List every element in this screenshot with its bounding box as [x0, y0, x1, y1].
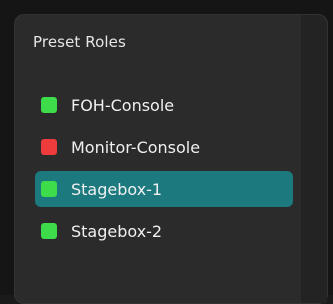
role-item-monitor-console[interactable]: Monitor-Console — [35, 129, 293, 165]
role-label: Stagebox-2 — [71, 221, 163, 241]
role-label: Monitor-Console — [71, 137, 201, 157]
preset-roles-panel: Preset Roles FOH-Console Monitor-Console… — [14, 14, 328, 304]
roles-list: FOH-Console Monitor-Console Stagebox-1 S… — [35, 87, 293, 255]
role-label: FOH-Console — [71, 95, 175, 115]
status-indicator-icon — [41, 223, 57, 239]
role-item-stagebox-1[interactable]: Stagebox-1 — [35, 171, 293, 207]
panel-title: Preset Roles — [33, 33, 126, 51]
role-item-stagebox-2[interactable]: Stagebox-2 — [35, 213, 293, 249]
status-indicator-icon — [41, 139, 57, 155]
role-label: Stagebox-1 — [71, 179, 163, 199]
status-indicator-icon — [41, 181, 57, 197]
role-item-foh-console[interactable]: FOH-Console — [35, 87, 293, 123]
panel-scroll-rail[interactable] — [301, 15, 327, 303]
app-frame: Preset Roles FOH-Console Monitor-Console… — [0, 0, 333, 304]
status-indicator-icon — [41, 97, 57, 113]
